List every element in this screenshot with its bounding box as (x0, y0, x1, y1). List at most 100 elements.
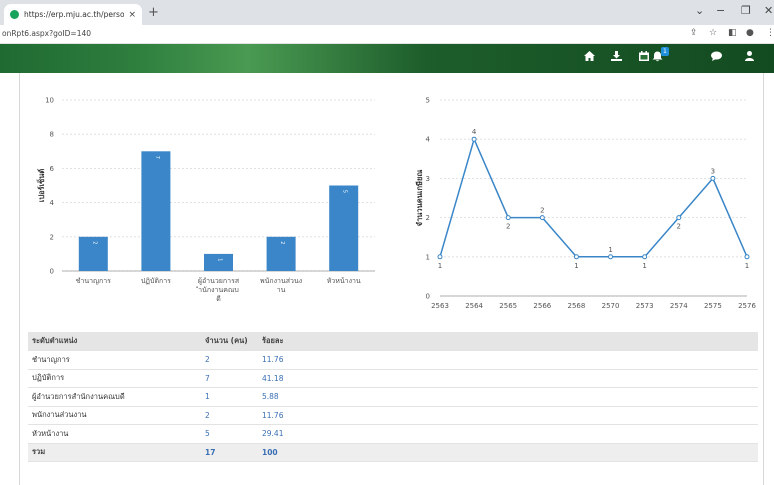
total-label: รวม (28, 443, 201, 462)
bar (329, 185, 359, 271)
tab-close-icon[interactable]: × (128, 10, 136, 20)
bar-value-label: 2 (91, 241, 97, 244)
series-line (439, 136, 748, 258)
row-level: ผู้อำนวยการสำนักงานคณบดี (28, 387, 201, 407)
y-tick-label: 4 (50, 199, 55, 207)
y-tick-label: 2 (50, 233, 54, 241)
y-axis-title: เปอร์เซ็นต์ (36, 169, 46, 203)
point-value-label: 3 (711, 167, 715, 175)
data-point (642, 254, 648, 260)
header-percent[interactable]: ร้อยละ (258, 332, 758, 351)
y-tick-label: 0 (50, 268, 54, 276)
y-tick-label: 4 (426, 136, 431, 144)
data-point (710, 175, 716, 181)
x-tick-label: 2564 (465, 302, 483, 310)
browser-menu-icon[interactable]: ⋮ (766, 28, 774, 38)
profile-icon[interactable]: ● (746, 28, 754, 38)
share-icon[interactable]: ⇪ (690, 28, 698, 38)
url-text[interactable]: onRpt6.aspx?goID=140 (2, 29, 91, 38)
x-tick-label: 2576 (738, 302, 756, 310)
bar-value-label: 1 (217, 258, 223, 261)
point-value-label: 1 (574, 262, 578, 270)
x-tick-label: ำนักงานคณบ (196, 286, 239, 294)
home-icon[interactable] (584, 51, 595, 64)
point-value-label: 4 (472, 128, 477, 136)
download-icon[interactable] (611, 51, 622, 64)
row-percent: 11.76 (258, 350, 758, 370)
calendar-icon[interactable] (639, 51, 649, 64)
bar (141, 151, 171, 271)
level-summary-table: ระดับตำแหน่ง จำนวน (คน) ร้อยละ ชำนาญการ … (28, 332, 758, 462)
line-chart-retirement-by-year: 0 1 2 3 4 5 จำนวนคนเกษียณ 1 2563 4 2564 2 2565 2 2566 1… (415, 97, 756, 311)
close-window-button[interactable]: ✕ (764, 4, 773, 17)
tab-search-icon[interactable]: ⌄ (695, 4, 704, 17)
notification-badge: 1 (661, 47, 669, 56)
row-count: 5 (201, 424, 258, 444)
restore-button[interactable]: ❐ (741, 4, 751, 17)
data-point (539, 215, 545, 221)
sidepanel-icon[interactable]: ◧ (728, 28, 737, 38)
y-tick-label: 6 (50, 165, 55, 173)
x-tick-label: ดี (216, 295, 221, 303)
row-percent: 11.76 (258, 406, 758, 425)
y-tick-label: 0 (426, 293, 430, 301)
x-tick-label: ปฏิบัติการ (141, 277, 171, 285)
bar-chart-percent-by-level: 0 2 4 6 8 10 เปอร์เซ็นต์ 2 ชำนาญการ 7 ปฏิบัติการ 1 ผ… (36, 97, 375, 303)
row-count: 2 (201, 350, 258, 370)
row-percent: 41.18 (258, 369, 758, 388)
tab-title: https://erp.mju.ac.th/personRpt (24, 10, 125, 19)
bookmark-star-icon[interactable]: ☆ (709, 28, 717, 38)
table-total-row: รวม 17 100 (28, 443, 758, 462)
row-count: 1 (201, 387, 258, 407)
row-level: ชำนาญการ (28, 350, 201, 370)
panel-border-right (763, 73, 764, 485)
point-value-label: 2 (540, 207, 544, 215)
header-count[interactable]: จำนวน (คน) (201, 332, 258, 351)
point-value-label: 2 (506, 223, 510, 231)
data-point (505, 215, 511, 221)
x-tick-label: 2573 (636, 302, 654, 310)
total-count: 17 (201, 443, 258, 462)
row-count: 7 (201, 369, 258, 388)
y-tick-label: 1 (426, 253, 430, 261)
point-value-label: 2 (677, 223, 681, 231)
x-tick-label: 2565 (499, 302, 517, 310)
data-point (437, 254, 443, 260)
address-bar[interactable]: onRpt6.aspx?goID=140 ⇪ ☆ ◧ ● ⋮ (0, 25, 774, 44)
table-row: ชำนาญการ 2 11.76 (28, 350, 758, 370)
y-tick-label: 5 (426, 97, 430, 105)
table-row: ผู้อำนวยการสำนักงานคณบดี 1 5.88 (28, 387, 758, 407)
x-tick-label: หัวหน้างาน (327, 277, 361, 285)
data-point (608, 254, 614, 260)
y-axis-title: จำนวนคนเกษียณ (415, 170, 424, 227)
x-tick-label: พนักงานส่วนง (260, 277, 302, 285)
browser-tab[interactable]: https://erp.mju.ac.th/personRpt × (4, 4, 142, 25)
row-level: พนักงานส่วนงาน (28, 406, 201, 425)
table-row: หัวหน้างาน 5 29.41 (28, 424, 758, 444)
user-icon[interactable] (745, 51, 754, 64)
x-tick-label: าน (277, 286, 286, 294)
new-tab-button[interactable]: + (148, 5, 159, 20)
bar-value-label: 2 (279, 241, 285, 244)
x-tick-label: 2566 (533, 302, 551, 310)
site-favicon-icon (10, 10, 19, 19)
point-value-label: 1 (608, 246, 612, 254)
chat-icon[interactable] (711, 51, 722, 64)
table-row: ปฏิบัติการ 7 41.18 (28, 369, 758, 388)
bar-value-label: 7 (154, 156, 160, 159)
bar (204, 253, 233, 271)
minimize-button[interactable]: − (716, 4, 725, 17)
x-tick-label: 2574 (670, 302, 688, 310)
y-tick-label: 10 (45, 97, 54, 105)
data-point (471, 136, 477, 142)
x-tick-label: 2563 (431, 302, 449, 310)
app-header: 1 (0, 44, 774, 73)
row-level: ปฏิบัติการ (28, 369, 201, 388)
header-level[interactable]: ระดับตำแหน่ง (28, 332, 201, 351)
table-header-row: ระดับตำแหน่ง จำนวน (คน) ร้อยละ (28, 332, 758, 351)
x-tick-label: ผู้อำนวยการส (198, 277, 240, 285)
y-tick-label: 3 (426, 175, 430, 183)
row-level: หัวหน้างาน (28, 424, 201, 444)
x-tick-label: 2568 (568, 302, 586, 310)
point-value-label: 1 (438, 262, 442, 270)
